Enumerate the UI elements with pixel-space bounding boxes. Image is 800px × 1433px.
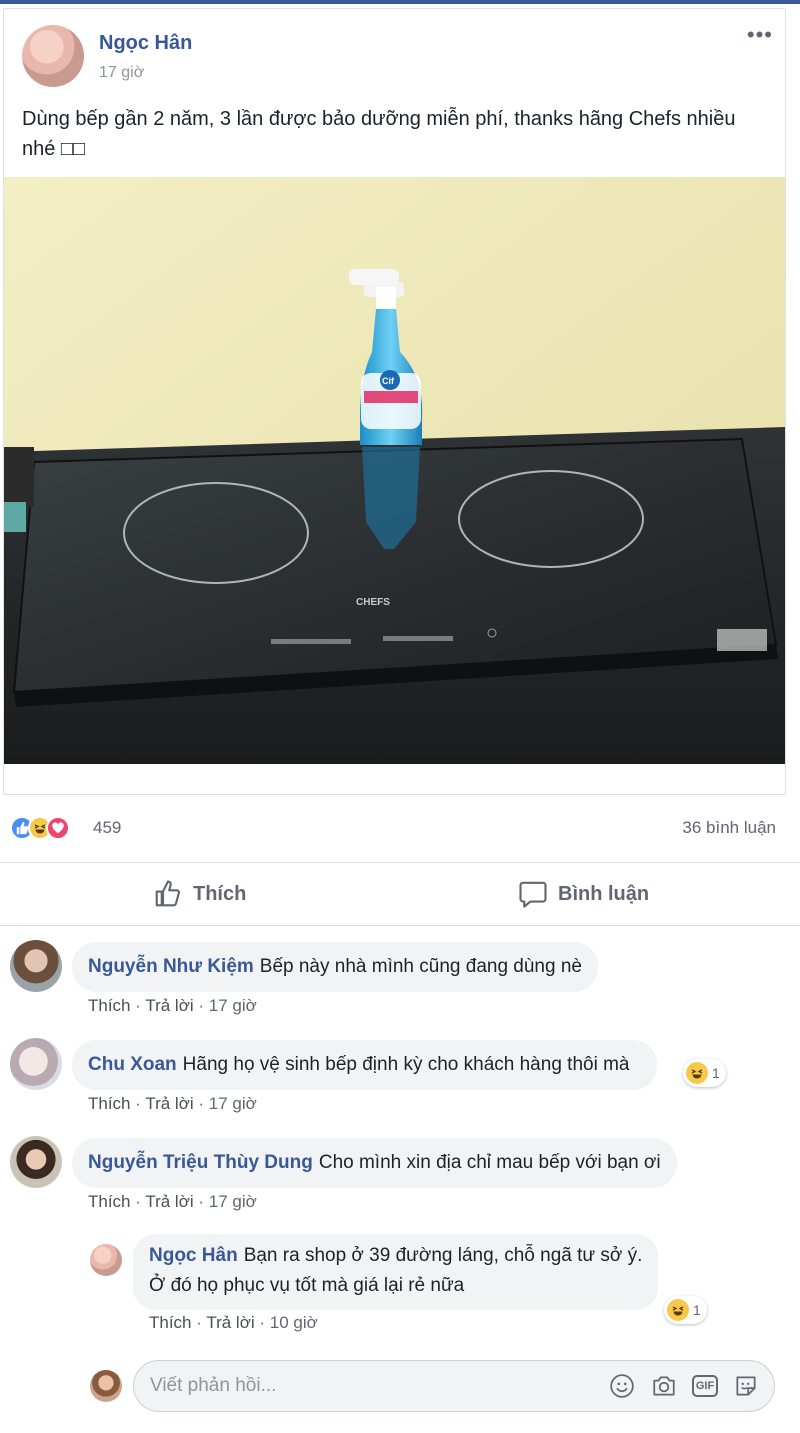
- comment-reaction-pill[interactable]: 1: [683, 1059, 726, 1087]
- emoji-icon[interactable]: [608, 1372, 636, 1400]
- comment-time[interactable]: 17 giờ: [209, 1094, 257, 1113]
- comment-like-link[interactable]: Thích: [88, 1192, 131, 1211]
- like-button[interactable]: Thích: [153, 863, 246, 925]
- reply-text-line1: Bạn ra shop ở 39 đường láng, chỗ ngã tư …: [243, 1245, 643, 1266]
- comment-time[interactable]: 17 giờ: [209, 996, 257, 1015]
- photo-illustration: CHEFS Cif: [4, 177, 785, 764]
- comment-bubble: Chu Xoan Hãng họ vệ sinh bếp định kỳ cho …: [72, 1040, 658, 1090]
- reaction-summary[interactable]: [10, 816, 70, 840]
- post-stats: 459 36 bình luận: [0, 808, 800, 848]
- sticker-icon[interactable]: [732, 1372, 760, 1400]
- commenter-avatar[interactable]: [10, 1136, 62, 1188]
- reply-input-tools: GIF: [608, 1372, 760, 1400]
- gif-icon[interactable]: GIF: [692, 1375, 718, 1397]
- reply-reaction-pill[interactable]: 1: [664, 1296, 707, 1324]
- comment-reaction-count: 1: [712, 1065, 720, 1081]
- reply-input-placeholder: Viết phản hồi...: [150, 1375, 277, 1396]
- comment-reply-link[interactable]: Trả lời: [145, 996, 193, 1015]
- comment-count[interactable]: 36 bình luận: [682, 818, 776, 838]
- comment-text: Bếp này nhà mình cũng đang dùng nè: [259, 956, 582, 977]
- like-button-label: Thích: [193, 882, 247, 905]
- comment-text: Hãng họ vệ sinh bếp định kỳ cho khách hà…: [182, 1054, 630, 1075]
- current-user-avatar[interactable]: [90, 1370, 122, 1402]
- thumbs-up-icon: [155, 880, 181, 907]
- haha-reaction-icon: [686, 1062, 708, 1084]
- comment-reply-link[interactable]: Trả lời: [145, 1094, 193, 1113]
- comment-like-link[interactable]: Thích: [88, 996, 131, 1015]
- comment-meta: Thích · Trả lời · 17 giờ: [88, 1192, 257, 1211]
- commenter-name[interactable]: Nguyễn Như Kiệm: [88, 956, 254, 977]
- top-bar: [0, 0, 800, 4]
- cooktop-brand-label: CHEFS: [356, 597, 390, 608]
- reply-bubble: Ngọc Hân Bạn ra shop ở 39 đường láng, chỗ…: [133, 1234, 659, 1310]
- comment-meta: Thích · Trả lời · 17 giờ: [88, 1094, 257, 1113]
- bottle-brand-label: Cif: [382, 376, 395, 386]
- reply-author-avatar[interactable]: [90, 1244, 122, 1276]
- comment-bubble: Nguyễn Như Kiệm Bếp này nhà mình cũng đan…: [72, 942, 598, 992]
- comment-bubble-icon: [519, 881, 547, 908]
- camera-icon[interactable]: [650, 1372, 678, 1400]
- comment-time[interactable]: 17 giờ: [209, 1192, 257, 1211]
- reaction-count[interactable]: 459: [93, 818, 121, 838]
- comment-reply-link[interactable]: Trả lời: [145, 1192, 193, 1211]
- comment-meta: Thích · Trả lời · 17 giờ: [88, 996, 257, 1015]
- post-text: Dùng bếp gần 2 năm, 3 lần được bảo dưỡng…: [22, 108, 736, 160]
- post-author-name[interactable]: Ngọc Hân: [99, 32, 192, 55]
- reply-like-link[interactable]: Thích: [149, 1313, 192, 1332]
- comment-button[interactable]: Bình luận: [518, 863, 649, 925]
- comment-button-label: Bình luận: [558, 882, 650, 905]
- reply-text-line2: Ở đó họ phục vụ tốt mà giá lại rẻ nữa: [149, 1275, 465, 1296]
- commenter-name[interactable]: Nguyễn Triệu Thùy Dung: [88, 1152, 313, 1173]
- haha-reaction-icon: [667, 1299, 689, 1321]
- post-author-avatar[interactable]: [22, 25, 84, 87]
- commenter-avatar[interactable]: [10, 940, 62, 992]
- reply-author-name[interactable]: Ngọc Hân: [149, 1245, 238, 1266]
- comment-like-link[interactable]: Thích: [88, 1094, 131, 1113]
- post-timestamp[interactable]: 17 giờ: [99, 64, 144, 82]
- commenter-name[interactable]: Chu Xoan: [88, 1054, 177, 1075]
- reply-meta: Thích · Trả lời · 10 giờ: [149, 1313, 318, 1332]
- post-card: Ngọc Hân 17 giờ ••• Dùng bếp gần 2 năm, …: [3, 8, 786, 795]
- more-options-icon[interactable]: •••: [747, 24, 773, 46]
- reply-input[interactable]: Viết phản hồi... GIF: [133, 1360, 775, 1412]
- love-reaction-icon: [46, 816, 70, 840]
- commenter-avatar[interactable]: [10, 1038, 62, 1090]
- post-photo[interactable]: CHEFS Cif: [4, 177, 785, 764]
- reply-reply-link[interactable]: Trả lời: [206, 1313, 254, 1332]
- comment-bubble: Nguyễn Triệu Thùy Dung Cho mình xin địa c…: [72, 1138, 677, 1188]
- comment-text: Cho mình xin địa chỉ mau bếp với bạn ơi: [318, 1152, 661, 1173]
- reply-reaction-count: 1: [693, 1302, 701, 1318]
- reply-time[interactable]: 10 giờ: [270, 1313, 318, 1332]
- action-bar: Thích Bình luận: [0, 862, 800, 926]
